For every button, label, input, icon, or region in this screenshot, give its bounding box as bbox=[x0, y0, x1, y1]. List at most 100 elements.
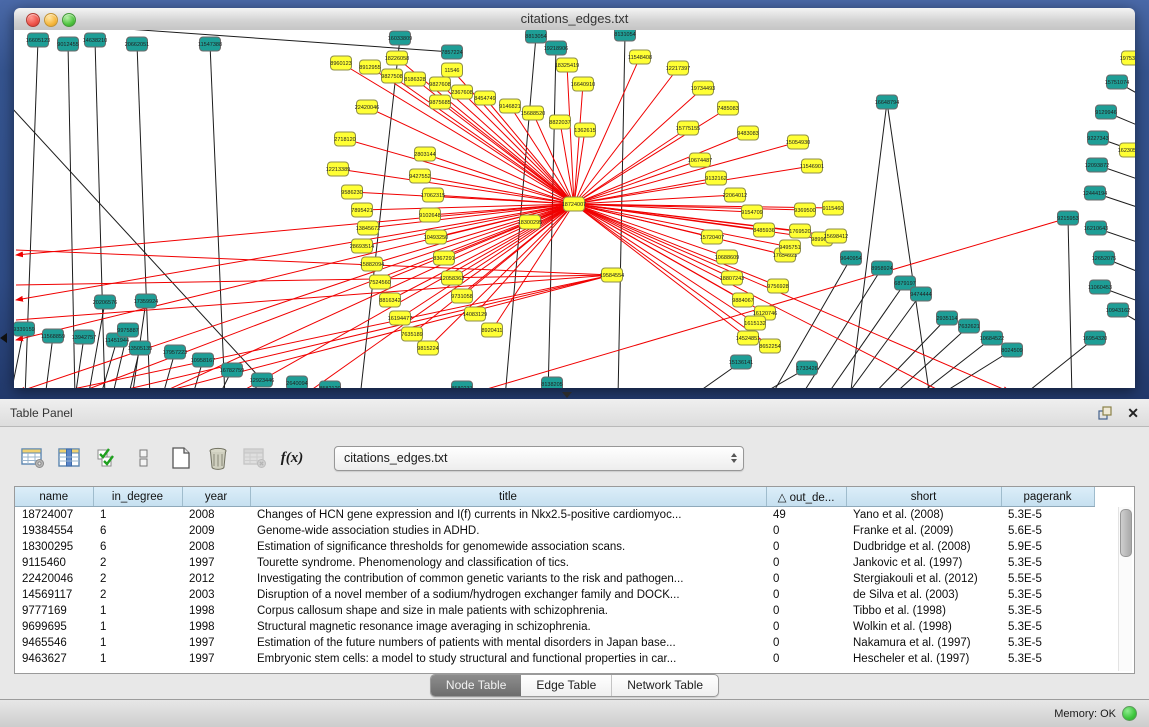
close-window-button[interactable] bbox=[26, 13, 40, 27]
graph-node[interactable]: 18325419 bbox=[555, 58, 579, 72]
graph-node[interactable]: 9215953 bbox=[1057, 211, 1078, 225]
graph-node[interactable]: 9827508 bbox=[381, 69, 402, 83]
table-selector-dropdown[interactable]: citations_edges.txt bbox=[334, 446, 744, 471]
graph-node[interactable]: 13845672 bbox=[356, 221, 380, 235]
graph-node[interactable]: 12217397 bbox=[666, 61, 690, 75]
table-row[interactable]: 946362711997Embryonic stem cells: a mode… bbox=[15, 651, 1094, 667]
network-canvas[interactable]: 1872400789601238912955182260589827508818… bbox=[14, 30, 1135, 388]
collapse-arrow-icon[interactable] bbox=[0, 333, 7, 343]
vertical-scrollbar[interactable] bbox=[1118, 507, 1132, 671]
column-header-out_degree[interactable]: △ out_de... bbox=[766, 487, 846, 507]
graph-node[interactable]: 9129946 bbox=[1095, 105, 1116, 119]
graph-node[interactable]: 9369500 bbox=[794, 203, 815, 217]
graph-node[interactable]: 16033809 bbox=[388, 31, 412, 45]
minimize-window-button[interactable] bbox=[44, 13, 58, 27]
graph-node[interactable]: 19734493 bbox=[691, 81, 715, 95]
graph-node[interactable]: 8454749 bbox=[474, 91, 495, 105]
float-window-icon[interactable] bbox=[1097, 405, 1113, 421]
table-row[interactable]: 1938455462009Genome-wide association stu… bbox=[15, 523, 1094, 539]
graph-node[interactable]: 15136141 bbox=[729, 355, 753, 369]
graph-node[interactable]: 8958924 bbox=[871, 261, 892, 275]
graph-node[interactable]: 9012455 bbox=[57, 37, 78, 51]
zoom-window-button[interactable] bbox=[62, 13, 76, 27]
graph-node[interactable]: 9884067 bbox=[732, 293, 753, 307]
graph-node[interactable]: 10493250 bbox=[424, 230, 448, 244]
graph-node[interactable]: 9474444 bbox=[910, 287, 931, 301]
graph-node[interactable]: 15698412 bbox=[824, 229, 848, 243]
column-header-title[interactable]: title bbox=[250, 487, 766, 507]
graph-node[interactable]: 8485936 bbox=[753, 223, 774, 237]
graph-node[interactable]: 10943162 bbox=[1106, 303, 1130, 317]
column-header-pagerank[interactable]: pagerank bbox=[1001, 487, 1094, 507]
table-row[interactable]: 1456911722003Disruption of a novel membe… bbox=[15, 587, 1094, 603]
graph-node[interactable]: 9495751 bbox=[779, 240, 800, 254]
graph-node[interactable]: 7485083 bbox=[717, 101, 738, 115]
graph-node[interactable]: 12652075 bbox=[1092, 251, 1116, 265]
graph-node[interactable]: 11568859 bbox=[41, 329, 65, 343]
graph-node[interactable]: 2803144 bbox=[414, 147, 435, 161]
graph-edge[interactable] bbox=[95, 40, 105, 388]
table-row[interactable]: 911546021997Tourette syndrome. Phenomeno… bbox=[15, 555, 1094, 571]
graph-node[interactable]: 7632621 bbox=[958, 319, 979, 333]
graph-edge[interactable] bbox=[574, 160, 700, 204]
graph-node[interactable]: 9586230 bbox=[341, 185, 362, 199]
graph-node[interactable]: 17062315 bbox=[421, 188, 445, 202]
graph-node[interactable]: 14083129 bbox=[463, 307, 487, 321]
graph-node[interactable]: 12093872 bbox=[1085, 158, 1109, 172]
graph-node[interactable]: 16230519 bbox=[1118, 143, 1135, 157]
graph-node[interactable]: 9132162 bbox=[705, 171, 726, 185]
graph-node[interactable]: 7895421 bbox=[351, 203, 372, 217]
graph-node[interactable]: 9427552 bbox=[409, 169, 430, 183]
graph-edge[interactable] bbox=[887, 102, 930, 388]
splitter-handle-icon[interactable] bbox=[562, 392, 572, 398]
graph-node[interactable]: 19584554 bbox=[600, 268, 624, 282]
table-row[interactable]: 1872400712008Changes of HCN gene express… bbox=[15, 507, 1094, 524]
memory-indicator[interactable] bbox=[1122, 706, 1137, 721]
graph-node[interactable]: 11546901 bbox=[800, 159, 824, 173]
graph-edge[interactable] bbox=[14, 329, 24, 388]
graph-node[interactable]: 9227343 bbox=[1087, 131, 1108, 145]
graph-node[interactable]: 19753381 bbox=[1120, 51, 1135, 65]
close-panel-icon[interactable]: ✕ bbox=[1127, 406, 1139, 420]
graph-node[interactable]: 12213389 bbox=[326, 162, 350, 176]
table-row[interactable]: 2242004622012Investigating the contribut… bbox=[15, 571, 1094, 587]
graph-edge[interactable] bbox=[210, 44, 225, 388]
graph-node[interactable]: 12923446 bbox=[250, 373, 274, 387]
graph-edge[interactable] bbox=[345, 139, 574, 204]
graph-node[interactable]: 9640954 bbox=[840, 251, 861, 265]
select-all-rows-icon[interactable] bbox=[94, 445, 120, 471]
graph-node[interactable]: 10688609 bbox=[715, 250, 739, 264]
show-columns-icon[interactable] bbox=[57, 445, 83, 471]
graph-node[interactable]: 8816342 bbox=[379, 293, 400, 307]
graph-node[interactable]: 16194477 bbox=[388, 311, 412, 325]
graph-node[interactable]: 8582120 bbox=[319, 381, 340, 388]
graph-node[interactable]: 15882094 bbox=[360, 257, 384, 271]
graph-node[interactable]: 8580231 bbox=[451, 381, 472, 388]
graph-node[interactable]: 8822037 bbox=[549, 115, 570, 129]
create-table-icon[interactable] bbox=[168, 445, 194, 471]
graph-node[interactable]: 8367291 bbox=[433, 251, 454, 265]
table-row[interactable]: 1830029562008Estimation of significance … bbox=[15, 539, 1094, 555]
graph-node[interactable]: 15775155 bbox=[676, 121, 700, 135]
graph-edge[interactable] bbox=[574, 142, 798, 204]
graph-node[interactable]: 18807243 bbox=[720, 271, 744, 285]
graph-node[interactable]: 8960123 bbox=[330, 56, 351, 70]
graph-node[interactable]: 9339159 bbox=[14, 322, 35, 336]
graph-node[interactable]: 9875685 bbox=[429, 95, 450, 109]
graph-node[interactable]: 28693514 bbox=[350, 239, 374, 253]
graph-node[interactable]: 1615132 bbox=[744, 316, 765, 330]
column-header-name[interactable]: name bbox=[15, 487, 93, 507]
graph-node[interactable]: 22420046 bbox=[355, 100, 379, 114]
graph-node[interactable]: 8138205 bbox=[541, 377, 562, 388]
tab-node-table[interactable]: Node Table bbox=[431, 675, 522, 696]
column-header-in_degree[interactable]: in_degree bbox=[93, 487, 182, 507]
graph-node[interactable]: 16648794 bbox=[875, 95, 899, 109]
graph-node[interactable]: 10674487 bbox=[688, 153, 712, 167]
graph-node[interactable]: 10958167 bbox=[191, 353, 215, 367]
table-row[interactable]: 946554611997Estimation of the future num… bbox=[15, 635, 1094, 651]
graph-node[interactable]: 9154709 bbox=[741, 205, 762, 219]
table-row[interactable]: 977716911998Corpus callosum shape and si… bbox=[15, 603, 1094, 619]
graph-node[interactable]: 15054930 bbox=[786, 135, 810, 149]
graph-node[interactable]: 19218906 bbox=[544, 41, 568, 55]
graph-node[interactable]: 7524560 bbox=[369, 275, 390, 289]
